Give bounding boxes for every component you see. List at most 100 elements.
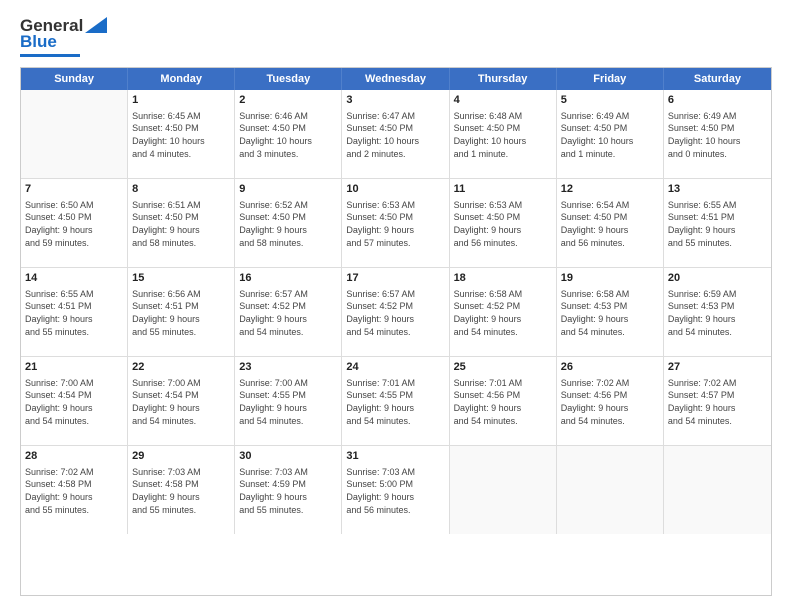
calendar-cell: 1Sunrise: 6:45 AM Sunset: 4:50 PM Daylig… xyxy=(128,90,235,178)
calendar-cell: 8 Sunrise: 6:51 AM Sunset: 4:50 PM Daylig… xyxy=(128,179,235,267)
calendar-cell: 21 Sunrise: 7:00 AM Sunset: 4:54 PM Dayli… xyxy=(21,357,128,445)
calendar-row: 28 Sunrise: 7:02 AM Sunset: 4:58 PM Dayli… xyxy=(21,446,771,534)
cell-info: Sunrise: 7:01 AM Sunset: 4:56 PM Dayligh… xyxy=(454,377,552,427)
calendar-cell: 25 Sunrise: 7:01 AM Sunset: 4:56 PM Dayli… xyxy=(450,357,557,445)
day-number: 27 xyxy=(668,360,767,375)
calendar: SundayMondayTuesdayWednesdayThursdayFrid… xyxy=(20,67,772,596)
cell-info: Sunrise: 6:55 AM Sunset: 4:51 PM Dayligh… xyxy=(668,199,767,249)
cell-info: Sunrise: 6:53 AM Sunset: 4:50 PM Dayligh… xyxy=(454,199,552,249)
calendar-cell: 16 Sunrise: 6:57 AM Sunset: 4:52 PM Dayli… xyxy=(235,268,342,356)
weekday-header: Monday xyxy=(128,68,235,90)
cell-info: Sunrise: 7:03 AM Sunset: 4:58 PM Dayligh… xyxy=(132,466,230,516)
cell-info: Sunrise: 6:57 AM Sunset: 4:52 PM Dayligh… xyxy=(346,288,444,338)
day-number: 6 xyxy=(668,93,767,108)
day-number: 23 xyxy=(239,360,337,375)
calendar-cell: 17 Sunrise: 6:57 AM Sunset: 4:52 PM Dayli… xyxy=(342,268,449,356)
day-number: 24 xyxy=(346,360,444,375)
page: General Blue SundayMondayTuesdayWednesda… xyxy=(0,0,792,612)
calendar-cell: 27 Sunrise: 7:02 AM Sunset: 4:57 PM Dayli… xyxy=(664,357,771,445)
calendar-cell: 19Sunrise: 6:58 AM Sunset: 4:53 PM Dayli… xyxy=(557,268,664,356)
day-number: 18 xyxy=(454,271,552,286)
calendar-row: 14 Sunrise: 6:55 AM Sunset: 4:51 PM Dayli… xyxy=(21,268,771,357)
cell-info: Sunrise: 6:52 AM Sunset: 4:50 PM Dayligh… xyxy=(239,199,337,249)
calendar-cell xyxy=(557,446,664,534)
calendar-cell: 9Sunrise: 6:52 AM Sunset: 4:50 PM Daylig… xyxy=(235,179,342,267)
weekday-header: Friday xyxy=(557,68,664,90)
day-number: 14 xyxy=(25,271,123,286)
calendar-cell: 3 Sunrise: 6:47 AM Sunset: 4:50 PM Daylig… xyxy=(342,90,449,178)
day-number: 8 xyxy=(132,182,230,197)
calendar-cell: 12 Sunrise: 6:54 AM Sunset: 4:50 PM Dayli… xyxy=(557,179,664,267)
day-number: 25 xyxy=(454,360,552,375)
day-number: 11 xyxy=(454,182,552,197)
cell-info: Sunrise: 6:58 AM Sunset: 4:52 PM Dayligh… xyxy=(454,288,552,338)
calendar-cell xyxy=(664,446,771,534)
day-number: 5 xyxy=(561,93,659,108)
cell-info: Sunrise: 7:00 AM Sunset: 4:54 PM Dayligh… xyxy=(132,377,230,427)
cell-info: Sunrise: 7:00 AM Sunset: 4:54 PM Dayligh… xyxy=(25,377,123,427)
cell-info: Sunrise: 7:02 AM Sunset: 4:57 PM Dayligh… xyxy=(668,377,767,427)
calendar-cell: 11 Sunrise: 6:53 AM Sunset: 4:50 PM Dayli… xyxy=(450,179,557,267)
day-number: 12 xyxy=(561,182,659,197)
cell-info: Sunrise: 6:49 AM Sunset: 4:50 PM Dayligh… xyxy=(561,110,659,160)
calendar-cell: 28 Sunrise: 7:02 AM Sunset: 4:58 PM Dayli… xyxy=(21,446,128,534)
cell-info: Sunrise: 7:03 AM Sunset: 4:59 PM Dayligh… xyxy=(239,466,337,516)
cell-info: Sunrise: 6:47 AM Sunset: 4:50 PM Dayligh… xyxy=(346,110,444,160)
day-number: 15 xyxy=(132,271,230,286)
cell-info: Sunrise: 7:01 AM Sunset: 4:55 PM Dayligh… xyxy=(346,377,444,427)
calendar-cell: 18 Sunrise: 6:58 AM Sunset: 4:52 PM Dayli… xyxy=(450,268,557,356)
calendar-cell: 7 Sunrise: 6:50 AM Sunset: 4:50 PM Daylig… xyxy=(21,179,128,267)
cell-info: Sunrise: 6:53 AM Sunset: 4:50 PM Dayligh… xyxy=(346,199,444,249)
weekday-header: Tuesday xyxy=(235,68,342,90)
cell-info: Sunrise: 6:56 AM Sunset: 4:51 PM Dayligh… xyxy=(132,288,230,338)
calendar-cell: 5 Sunrise: 6:49 AM Sunset: 4:50 PM Daylig… xyxy=(557,90,664,178)
day-number: 31 xyxy=(346,449,444,464)
day-number: 17 xyxy=(346,271,444,286)
cell-info: Sunrise: 7:00 AM Sunset: 4:55 PM Dayligh… xyxy=(239,377,337,427)
cell-info: Sunrise: 7:02 AM Sunset: 4:58 PM Dayligh… xyxy=(25,466,123,516)
calendar-body: 1Sunrise: 6:45 AM Sunset: 4:50 PM Daylig… xyxy=(21,90,771,534)
day-number: 28 xyxy=(25,449,123,464)
day-number: 3 xyxy=(346,93,444,108)
cell-info: Sunrise: 6:57 AM Sunset: 4:52 PM Dayligh… xyxy=(239,288,337,338)
cell-info: Sunrise: 6:59 AM Sunset: 4:53 PM Dayligh… xyxy=(668,288,767,338)
calendar-cell: 31 Sunrise: 7:03 AM Sunset: 5:00 PM Dayli… xyxy=(342,446,449,534)
day-number: 13 xyxy=(668,182,767,197)
day-number: 20 xyxy=(668,271,767,286)
day-number: 2 xyxy=(239,93,337,108)
calendar-cell: 10 Sunrise: 6:53 AM Sunset: 4:50 PM Dayli… xyxy=(342,179,449,267)
weekday-header: Thursday xyxy=(450,68,557,90)
calendar-cell: 23 Sunrise: 7:00 AM Sunset: 4:55 PM Dayli… xyxy=(235,357,342,445)
cell-info: Sunrise: 6:55 AM Sunset: 4:51 PM Dayligh… xyxy=(25,288,123,338)
day-number: 22 xyxy=(132,360,230,375)
logo-blue: Blue xyxy=(20,32,57,51)
day-number: 4 xyxy=(454,93,552,108)
day-number: 29 xyxy=(132,449,230,464)
calendar-cell xyxy=(21,90,128,178)
calendar-cell: 22 Sunrise: 7:00 AM Sunset: 4:54 PM Dayli… xyxy=(128,357,235,445)
day-number: 16 xyxy=(239,271,337,286)
day-number: 19 xyxy=(561,271,659,286)
weekday-header: Sunday xyxy=(21,68,128,90)
calendar-cell: 26 Sunrise: 7:02 AM Sunset: 4:56 PM Dayli… xyxy=(557,357,664,445)
weekday-header: Wednesday xyxy=(342,68,449,90)
calendar-row: 21 Sunrise: 7:00 AM Sunset: 4:54 PM Dayli… xyxy=(21,357,771,446)
day-number: 21 xyxy=(25,360,123,375)
logo-icon xyxy=(85,17,107,33)
calendar-cell: 4Sunrise: 6:48 AM Sunset: 4:50 PM Daylig… xyxy=(450,90,557,178)
calendar-cell: 29 Sunrise: 7:03 AM Sunset: 4:58 PM Dayli… xyxy=(128,446,235,534)
cell-info: Sunrise: 6:45 AM Sunset: 4:50 PM Dayligh… xyxy=(132,110,230,160)
day-number: 10 xyxy=(346,182,444,197)
cell-info: Sunrise: 7:03 AM Sunset: 5:00 PM Dayligh… xyxy=(346,466,444,516)
day-number: 7 xyxy=(25,182,123,197)
day-number: 30 xyxy=(239,449,337,464)
cell-info: Sunrise: 7:02 AM Sunset: 4:56 PM Dayligh… xyxy=(561,377,659,427)
cell-info: Sunrise: 6:51 AM Sunset: 4:50 PM Dayligh… xyxy=(132,199,230,249)
calendar-cell: 13 Sunrise: 6:55 AM Sunset: 4:51 PM Dayli… xyxy=(664,179,771,267)
cell-info: Sunrise: 6:54 AM Sunset: 4:50 PM Dayligh… xyxy=(561,199,659,249)
calendar-cell: 24 Sunrise: 7:01 AM Sunset: 4:55 PM Dayli… xyxy=(342,357,449,445)
header: General Blue xyxy=(20,16,772,57)
cell-info: Sunrise: 6:50 AM Sunset: 4:50 PM Dayligh… xyxy=(25,199,123,249)
day-number: 26 xyxy=(561,360,659,375)
calendar-cell: 2Sunrise: 6:46 AM Sunset: 4:50 PM Daylig… xyxy=(235,90,342,178)
